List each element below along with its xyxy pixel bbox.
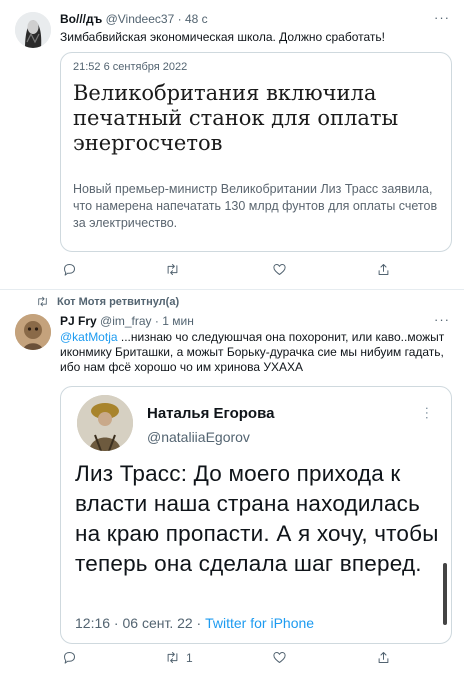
article-headline: Великобритания включила печатный станок …	[73, 81, 399, 155]
like-icon	[273, 264, 286, 275]
quoted-author-name: Наталья Егорова	[147, 405, 275, 422]
tweet-body: ...низнаю чо следуюшчая она похоронит, и…	[60, 330, 445, 374]
like-button[interactable]	[272, 262, 287, 277]
mention-link[interactable]: @katMotja	[60, 330, 118, 344]
tweet-time[interactable]: 48 с	[185, 12, 208, 26]
quoted-tweet-screenshot[interactable]: Наталья Егорова @nataliiaEgorov ··· Лиз …	[60, 386, 452, 644]
quoted-author-handle: @nataliiaEgorov	[147, 429, 250, 445]
retweet-icon	[167, 264, 178, 275]
author-name[interactable]: Bo///дъ	[60, 12, 102, 26]
avatar[interactable]	[15, 12, 51, 48]
separator: ·	[154, 314, 159, 328]
share-button[interactable]	[376, 262, 391, 277]
quoted-source: Twitter for iPhone	[205, 615, 315, 631]
share-button[interactable]	[376, 650, 391, 665]
separator: ·	[177, 12, 182, 26]
author-handle[interactable]: @Vindeec37	[106, 12, 175, 26]
more-icon[interactable]: ···	[434, 312, 450, 327]
retweet-count: 1	[186, 650, 193, 665]
tweet-text: @katMotja ...низнаю чо следуюшчая она по…	[60, 330, 452, 375]
share-icon	[378, 264, 389, 275]
quoted-timestamp: 12:16 · 06 сент. 22 ·	[75, 615, 206, 631]
like-icon	[273, 652, 286, 663]
reply-icon	[64, 264, 75, 276]
scrollbar	[443, 563, 447, 625]
tweet-1[interactable]: Bo///дъ @Vindeec37 · 48 с ··· Зимбабвийс…	[0, 0, 464, 290]
author-handle[interactable]: @im_fray	[100, 314, 152, 328]
quoted-text: Лиз Трасс: До моего прихода к власти наш…	[75, 461, 439, 576]
tweet-time[interactable]: 1 мин	[162, 314, 194, 328]
avatar	[77, 395, 133, 451]
tweet-header: Bo///дъ @Vindeec37 · 48 с	[60, 12, 208, 26]
share-icon	[378, 652, 389, 663]
retweet-button[interactable]	[165, 262, 180, 277]
reply-icon	[64, 652, 75, 664]
tweet-header: PJ Fry @im_fray · 1 мин	[60, 314, 194, 328]
retweet-icon	[167, 652, 178, 663]
tweet-actions	[60, 262, 452, 280]
more-icon: ···	[420, 406, 436, 420]
like-button[interactable]	[272, 650, 287, 665]
retweet-button[interactable]: 1	[165, 650, 193, 665]
quoted-meta: 12:16 · 06 сент. 22 · Twitter for iPhone	[75, 615, 314, 631]
article-date: 21:52 6 сентября 2022	[73, 61, 188, 73]
article-subtitle: Новый премьер-министр Великобритании Лиз…	[73, 182, 438, 230]
reply-button[interactable]	[62, 262, 77, 277]
tweet-text: Зимбабвийская экономическая школа. Должн…	[60, 30, 385, 44]
author-name[interactable]: PJ Fry	[60, 314, 97, 328]
quoted-article-card[interactable]: 21:52 6 сентября 2022 Великобритания вкл…	[60, 52, 452, 252]
tweet-actions: 1	[60, 650, 452, 668]
more-icon[interactable]: ···	[434, 10, 450, 25]
avatar[interactable]	[15, 314, 51, 350]
reply-button[interactable]	[62, 650, 77, 665]
